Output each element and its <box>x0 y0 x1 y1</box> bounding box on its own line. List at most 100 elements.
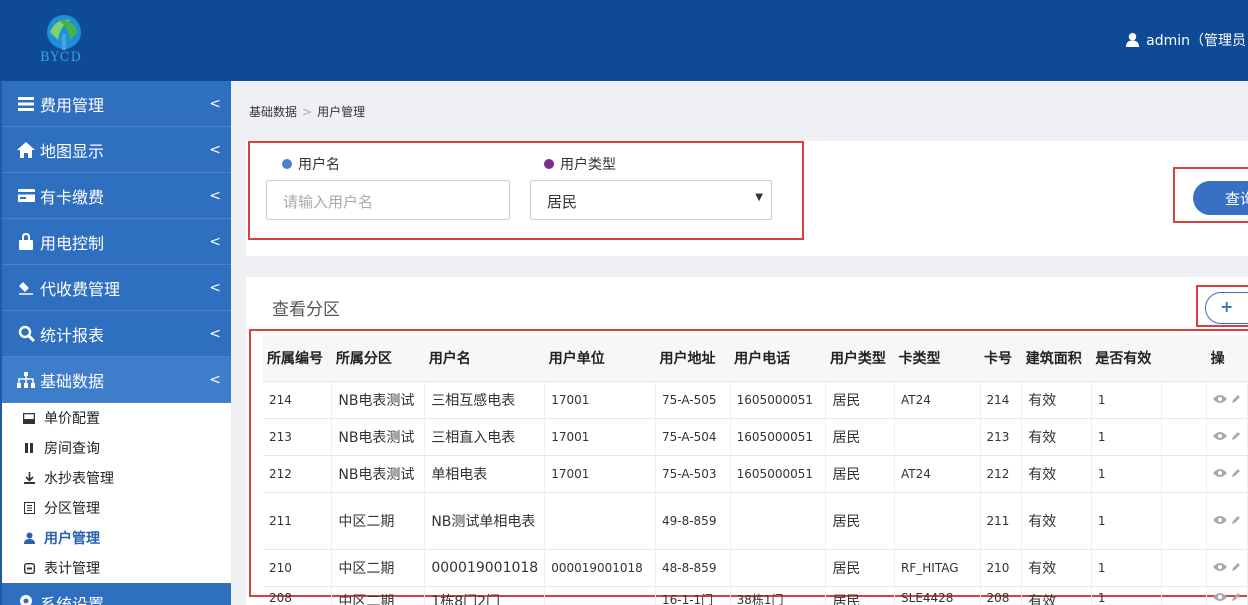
table-cell: 居民 <box>825 491 896 549</box>
table-cell: 75-A-504 <box>655 417 731 455</box>
sidebar-item-basic-data[interactable]: 基础数据 < <box>2 357 231 403</box>
table-cell: 有效 <box>1021 454 1092 492</box>
view-icon[interactable] <box>1213 431 1228 441</box>
user-icon <box>22 532 36 544</box>
sidebar-subitem-zone-management[interactable]: 分区管理 <box>2 493 231 523</box>
edit-icon[interactable] <box>1231 394 1241 404</box>
sidebar-item-collection[interactable]: 代收费管理 < <box>2 265 231 311</box>
sidebar-item-power-control[interactable]: 用电控制 < <box>2 219 231 265</box>
table-cell: 中区二期 <box>331 548 426 586</box>
sidebar-subitem-label: 水抄表管理 <box>44 471 114 487</box>
sidebar-subitem-price-config[interactable]: 单价配置 <box>2 403 231 433</box>
sidebar-subitem-label: 分区管理 <box>44 501 100 517</box>
view-icon[interactable] <box>1213 592 1228 602</box>
column-header[interactable]: 建筑面积 <box>1021 335 1092 381</box>
query-button[interactable]: 查询 <box>1193 181 1248 215</box>
sidebar-item-reports[interactable]: 统计报表 < <box>2 311 231 357</box>
search-panel: 用户名 用户类型 请输入用户名 居民 ▼ <box>246 141 1248 256</box>
gear-icon <box>16 591 36 605</box>
usertype-label: 用户类型 <box>544 154 616 174</box>
usertype-select[interactable]: 居民 ▼ <box>530 180 772 220</box>
meter-icon <box>22 562 36 574</box>
column-header[interactable]: 用户类型 <box>825 335 895 381</box>
sidebar-item-system-settings[interactable]: 系统设置 <box>2 583 231 605</box>
sidebar-subitem-room-query[interactable]: 房间查询 <box>2 433 231 463</box>
sidebar-item-fees[interactable]: 费用管理 < <box>2 81 231 127</box>
sidebar-item-map[interactable]: 地图显示 < <box>2 127 231 173</box>
table-cell: 居民 <box>825 548 896 586</box>
sidebar-subitem-user-management[interactable]: 用户管理 <box>2 523 231 553</box>
table-cell: 有效 <box>1021 417 1092 455</box>
sidebar-subitem-label: 用户管理 <box>44 531 100 547</box>
edit-icon[interactable] <box>1231 515 1241 525</box>
column-header[interactable]: 卡类型 <box>894 335 980 381</box>
table-cell: 214 <box>263 380 333 418</box>
chevron-left-icon: < <box>209 372 221 388</box>
view-icon[interactable] <box>1213 468 1228 478</box>
view-icon[interactable] <box>1213 394 1228 404</box>
username-input[interactable]: 请输入用户名 <box>266 180 510 220</box>
table-row[interactable]: 211 中区二期 NB测试单相电表 49-8-859 居民 211 有效 1 <box>263 491 1248 549</box>
table-cell: 17001 <box>544 380 656 418</box>
sidebar-subitem-label: 房间查询 <box>44 441 100 457</box>
edit-icon[interactable] <box>1231 468 1241 478</box>
sidebar-subitem-label: 表计管理 <box>44 561 100 577</box>
top-bar: BYCD admin（管理员 <box>0 0 1248 81</box>
table-cell: 75-A-505 <box>655 380 731 418</box>
column-header[interactable]: 卡号 <box>980 335 1022 381</box>
table-cell: 000019001018 <box>424 548 546 586</box>
table-cell: 211 <box>980 491 1023 549</box>
column-header[interactable]: 用户电话 <box>730 335 826 381</box>
user-table: 所属编号 所属分区 用户名 用户单位 用户地址 用户电话 用户类型 卡类型 卡号… <box>263 335 1248 605</box>
breadcrumb-current: 用户管理 <box>317 105 366 119</box>
view-icon[interactable] <box>1213 515 1228 525</box>
table-cell: AT24 <box>894 380 981 418</box>
table-cell: 75-A-503 <box>655 454 731 492</box>
column-header[interactable]: 用户单位 <box>544 335 656 381</box>
table-cell: 211 <box>263 491 333 549</box>
edit-icon[interactable] <box>1231 562 1241 572</box>
table-row[interactable]: 214 NB电表测试 三相互感电表 17001 75-A-505 1605000051 居民… <box>263 380 1248 418</box>
table-cell: 38栋1门 <box>730 585 827 605</box>
add-button[interactable]: + <box>1205 292 1248 324</box>
sidebar-subitem-meter-management[interactable]: 表计管理 <box>2 553 231 583</box>
column-header[interactable]: 用户地址 <box>655 335 731 381</box>
breadcrumb-root[interactable]: 基础数据 <box>249 105 297 119</box>
table-cell <box>544 585 656 605</box>
table-cell: SLE4428 <box>894 585 981 605</box>
username-label-text: 用户名 <box>298 157 340 173</box>
view-icon[interactable] <box>1213 562 1228 572</box>
main-content: 基础数据 > 用户管理 用户名 用户类型 请输入用户名 居民 ▼ 查询 查看分区 + … <box>231 81 1248 605</box>
table-row[interactable]: 212 NB电表测试 单相电表 17001 75-A-503 1605000051 居民 AT… <box>263 454 1248 492</box>
table-cell <box>894 491 981 549</box>
chevron-left-icon: < <box>209 96 221 112</box>
edit-icon[interactable] <box>1231 592 1241 602</box>
usertype-label-text: 用户类型 <box>560 157 616 173</box>
table-cell: 212 <box>263 454 333 492</box>
user-icon <box>1126 32 1140 47</box>
download-icon <box>22 472 36 484</box>
sidebar-item-card-payment[interactable]: 有卡缴费 < <box>2 173 231 219</box>
table-row[interactable]: 213 NB电表测试 三相直入电表 17001 75-A-504 1605000051 居民… <box>263 417 1248 455</box>
user-menu[interactable]: admin（管理员 <box>1125 30 1246 50</box>
table-row[interactable]: 208 中区二期 1栋8门2门 16-1-1门 38栋1门 居民 SLE4428 208 有效 1 <box>263 585 1248 605</box>
edit-icon[interactable] <box>1231 431 1241 441</box>
table-cell: 1 <box>1091 491 1163 549</box>
column-header[interactable]: 所属编号 <box>263 335 332 381</box>
table-cell <box>1161 417 1208 455</box>
row-actions <box>1206 380 1248 418</box>
column-header[interactable]: 用户名 <box>424 335 545 381</box>
table-row[interactable]: 210 中区二期 000019001018 000019001018 48-8-859 居… <box>263 548 1248 586</box>
table-cell <box>730 491 827 549</box>
table-cell <box>1161 548 1208 586</box>
table-panel: 查看分区 + 所属编号 所属分区 用户名 用户单位 用户地址 用户电话 用户类型… <box>246 277 1248 605</box>
table-cell: 48-8-859 <box>655 548 731 586</box>
sidebar-subitem-water-reading[interactable]: 水抄表管理 <box>2 463 231 493</box>
table-cell: 居民 <box>825 585 896 605</box>
table-cell <box>1161 491 1208 549</box>
column-header[interactable]: 所属分区 <box>331 335 425 381</box>
usertype-value: 居民 <box>547 193 578 211</box>
table-cell: 208 <box>980 585 1023 605</box>
table-cell: 中区二期 <box>331 491 426 549</box>
column-header[interactable]: 是否有效 <box>1091 335 1162 381</box>
